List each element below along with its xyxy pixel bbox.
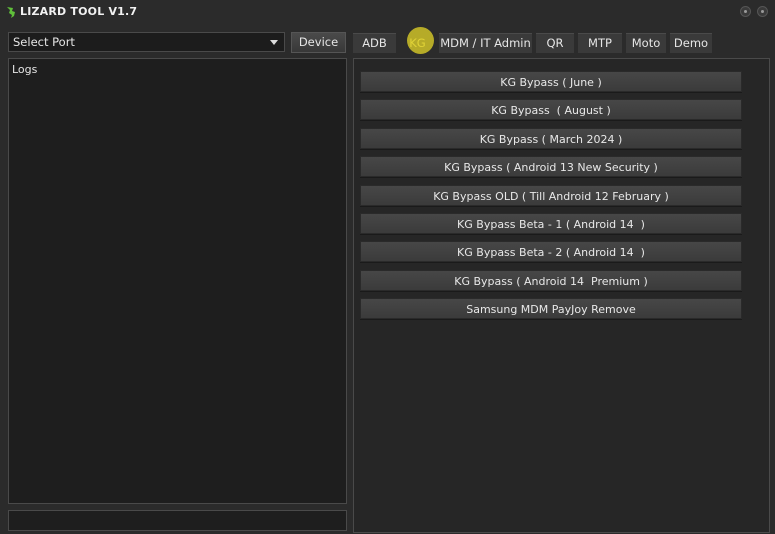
device-button[interactable]: Device — [291, 32, 346, 53]
port-select-value: Select Port — [13, 35, 75, 49]
samsung-mdm-payjoy-remove-button[interactable]: Samsung MDM PayJoy Remove — [360, 298, 742, 319]
kg-bypass-android13-button[interactable]: KG Bypass ( Android 13 New Security ) — [360, 156, 742, 177]
title-bar: LIZARD TOOL V1.7 — [0, 0, 775, 26]
close-button[interactable] — [757, 6, 768, 17]
kg-bypass-june-button[interactable]: KG Bypass ( June ) — [360, 71, 742, 92]
kg-bypass-beta1-button[interactable]: KG Bypass Beta - 1 ( Android 14 ) — [360, 213, 742, 234]
tab-adb[interactable]: ADB — [353, 33, 396, 53]
kg-bypass-old-button[interactable]: KG Bypass OLD ( Till Android 12 February… — [360, 185, 742, 206]
lizard-icon — [7, 7, 15, 18]
status-bar — [8, 510, 347, 531]
tab-moto[interactable]: Moto — [626, 33, 666, 53]
tab-mtp[interactable]: MTP — [578, 33, 622, 53]
cursor-highlight — [407, 27, 434, 54]
logs-label: Logs — [12, 63, 38, 76]
window-title: LIZARD TOOL V1.7 — [20, 5, 138, 18]
logs-panel: Logs — [8, 58, 347, 504]
chevron-down-icon — [270, 40, 278, 45]
port-select[interactable]: Select Port — [8, 32, 285, 52]
kg-bypass-android14-premium-button[interactable]: KG Bypass ( Android 14 Premium ) — [360, 270, 742, 291]
kg-bypass-march-2024-button[interactable]: KG Bypass ( March 2024 ) — [360, 128, 742, 149]
tab-mdm-it-admin[interactable]: MDM / IT Admin — [439, 33, 532, 53]
kg-bypass-august-button[interactable]: KG Bypass ( August ) — [360, 99, 742, 120]
kg-bypass-beta2-button[interactable]: KG Bypass Beta - 2 ( Android 14 ) — [360, 241, 742, 262]
kg-panel: KG Bypass ( June ) KG Bypass ( August ) … — [353, 58, 770, 533]
tab-qr[interactable]: QR — [536, 33, 574, 53]
tab-demo[interactable]: Demo — [670, 33, 712, 53]
minimize-button[interactable] — [740, 6, 751, 17]
